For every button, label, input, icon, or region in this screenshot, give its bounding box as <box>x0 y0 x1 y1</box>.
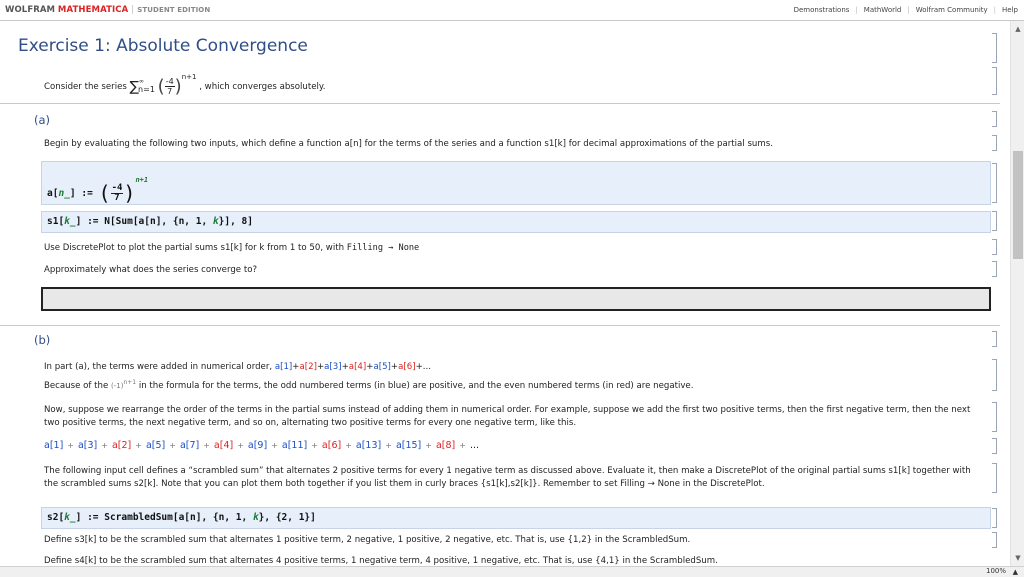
intro-exponent: n+1 <box>181 73 197 81</box>
input-a-code[interactable]: a[n_] := (-4 7)n+1 <box>47 176 148 205</box>
plus-operator: + <box>135 441 142 450</box>
link-mathworld[interactable]: MathWorld <box>864 6 902 14</box>
notebook-area[interactable]: Exercise 1: Absolute Convergence Conside… <box>0 21 1010 576</box>
cell-bracket[interactable] <box>992 163 997 203</box>
intro-prefix: Consider the series <box>44 82 127 92</box>
plus-operator: + <box>101 441 108 450</box>
plus-operator: + <box>345 441 352 450</box>
series-term: a[7] <box>179 440 200 451</box>
cell-bracket[interactable] <box>992 67 997 95</box>
series-term: a[4] <box>348 362 367 372</box>
cell-bracket[interactable] <box>992 532 997 548</box>
ellipsis: ... <box>422 362 431 372</box>
scroll-thumb[interactable] <box>1013 151 1023 259</box>
status-bar: 100% ▲ <box>0 566 1024 577</box>
brand-edition: STUDENT EDITION <box>137 6 211 14</box>
cell-bracket[interactable] <box>992 211 997 231</box>
plus-operator: + <box>237 441 244 450</box>
plus-operator: + <box>341 362 349 372</box>
cell-bracket[interactable] <box>992 508 997 528</box>
ellipsis: ... <box>469 440 480 451</box>
part-a-instructions: Begin by evaluating the following two in… <box>44 139 773 149</box>
part-b-label: (b) <box>34 333 51 347</box>
series-term: a[3] <box>324 362 342 372</box>
scroll-down-icon[interactable]: ▼ <box>1011 552 1024 564</box>
intro-fraction: -4 7 <box>164 77 175 96</box>
sum-upper: ∞ <box>139 78 145 85</box>
part-b-line1: In part (a), the terms were added in num… <box>44 362 431 372</box>
cell-bracket[interactable] <box>992 239 997 255</box>
series-term: a[9] <box>247 440 268 451</box>
series-term: a[5] <box>145 440 166 451</box>
question-text: Approximately what does the series conve… <box>44 265 258 275</box>
link-demonstrations[interactable]: Demonstrations <box>794 6 850 14</box>
input-cell-s1[interactable]: s1[k_] := N[Sum[a[n], {n, 1, k}], 8] <box>41 211 991 233</box>
link-help[interactable]: Help <box>1002 6 1018 14</box>
series-term: a[6] <box>321 440 342 451</box>
cell-bracket[interactable] <box>992 438 997 454</box>
plus-operator: + <box>203 441 210 450</box>
section-divider <box>0 325 1000 326</box>
plus-operator: + <box>67 441 74 450</box>
series-term: a[15] <box>395 440 422 451</box>
plus-operator: + <box>415 362 423 372</box>
terms-sequence-2: a[1] + a[3] + a[2] + a[5] + a[7] + a[4] + a[9] + a[11]… <box>44 440 479 451</box>
brand-wolfram: WOLFRAM <box>5 5 56 15</box>
part-b-paragraph: Now, suppose we rearrange the order of t… <box>44 405 971 428</box>
plus-operator: + <box>459 441 466 450</box>
plot-instructions: Use DiscretePlot to plot the partial sum… <box>44 243 420 253</box>
brand-logo: WOLFRAM MATHEMATICA | STUDENT EDITION <box>5 5 211 15</box>
answer-input[interactable] <box>41 287 991 311</box>
series-term: a[3] <box>77 440 98 451</box>
cell-bracket[interactable] <box>992 33 997 63</box>
series-term: a[13] <box>355 440 382 451</box>
define-s3-text: Define s3[k] to be the scrambled sum tha… <box>44 535 691 545</box>
input-cell-a[interactable]: a[n_] := (-4 7)n+1 <box>41 161 991 205</box>
series-term: a[8] <box>435 440 456 451</box>
section-divider <box>0 103 1000 104</box>
part-a-label: (a) <box>34 113 51 127</box>
cell-bracket[interactable] <box>992 463 997 493</box>
vertical-scrollbar[interactable]: ▲ ▼ <box>1010 21 1024 566</box>
scroll-up-icon[interactable]: ▲ <box>1011 23 1024 35</box>
sum-lower: n=1 <box>138 85 155 94</box>
part-b-line2: Because of the (-1)n+1 in the formula fo… <box>44 379 694 391</box>
series-term: a[6] <box>398 362 416 372</box>
plus-operator: + <box>169 441 176 450</box>
intro-text: Consider the series ∑∞n=1 (-4 7)n+1 , whi… <box>44 73 326 97</box>
plus-operator: + <box>385 441 392 450</box>
series-term: a[1] <box>274 362 293 372</box>
cell-bracket[interactable] <box>992 135 997 151</box>
cell-bracket[interactable] <box>992 111 997 127</box>
series-term: a[4] <box>213 440 234 451</box>
input-cell-s2[interactable]: s2[k_] := ScrambledSum[a[n], {n, 1, k}, … <box>41 507 991 529</box>
series-term: a[1] <box>44 440 64 451</box>
input-s1-code[interactable]: s1[k_] := N[Sum[a[n], {n, 1, k}], 8] <box>47 216 253 227</box>
plus-operator: + <box>425 441 432 450</box>
zoom-dropdown-icon[interactable]: ▲ <box>1013 568 1018 576</box>
top-links: Demonstrations | MathWorld | Wolfram Communi… <box>793 6 1018 14</box>
plus-operator: + <box>311 441 318 450</box>
series-term: a[2] <box>111 440 132 451</box>
intro-suffix: , which converges absolutely. <box>199 82 326 92</box>
input-s2-code[interactable]: s2[k_] := ScrambledSum[a[n], {n, 1, k}, … <box>47 512 316 523</box>
cell-bracket[interactable] <box>992 261 997 277</box>
top-bar: WOLFRAM MATHEMATICA | STUDENT EDITION Demo… <box>0 0 1024 21</box>
zoom-level[interactable]: 100% <box>986 566 1006 577</box>
series-term: a[5] <box>373 362 391 372</box>
plus-operator: + <box>271 441 278 450</box>
terms-sequence-1: a[1]+a[2]+a[3]+a[4]+a[5]+a[6]+... <box>275 362 431 372</box>
scrambled-instructions: The following input cell defines a “scra… <box>44 466 971 489</box>
cell-bracket[interactable] <box>992 331 997 347</box>
notebook-title: Exercise 1: Absolute Convergence <box>18 36 308 56</box>
series-term: a[2] <box>299 362 317 372</box>
brand-mathematica: MATHEMATICA <box>57 5 129 15</box>
cell-bracket[interactable] <box>992 402 997 432</box>
link-wolfram-community[interactable]: Wolfram Community <box>916 6 988 14</box>
series-term: a[11] <box>281 440 308 451</box>
cell-bracket[interactable] <box>992 359 997 391</box>
